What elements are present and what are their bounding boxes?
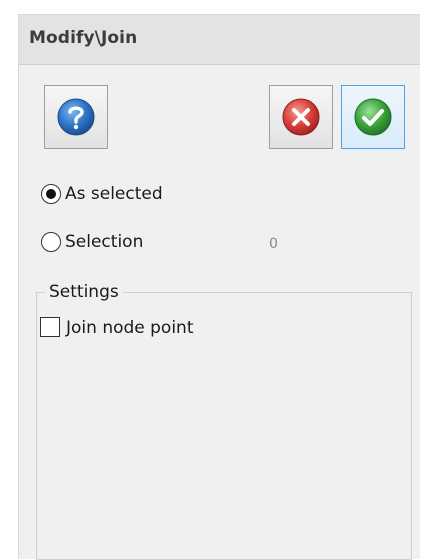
radio-as-selected-circle[interactable] xyxy=(41,184,61,204)
radio-selection-circle[interactable] xyxy=(41,232,61,252)
ok-button[interactable] xyxy=(341,85,405,149)
panel-title: Modify\Join xyxy=(29,28,138,48)
help-button[interactable] xyxy=(44,85,108,149)
radio-selected-dot xyxy=(46,189,56,199)
radio-selection-label: Selection xyxy=(65,232,144,252)
green-check-icon xyxy=(354,98,392,136)
selection-count: 0 xyxy=(269,236,278,252)
cancel-button[interactable] xyxy=(269,85,333,149)
panel-title-bar: Modify\Join xyxy=(19,15,420,65)
red-x-icon xyxy=(282,98,320,136)
join-node-point-box[interactable] xyxy=(40,317,60,337)
question-icon xyxy=(57,98,95,136)
join-panel: Modify\Join As selected Selection 0 Sett… xyxy=(18,14,420,560)
join-node-point-label: Join node point xyxy=(66,318,194,338)
settings-legend: Settings xyxy=(45,281,123,303)
radio-as-selected-label: As selected xyxy=(65,184,163,204)
